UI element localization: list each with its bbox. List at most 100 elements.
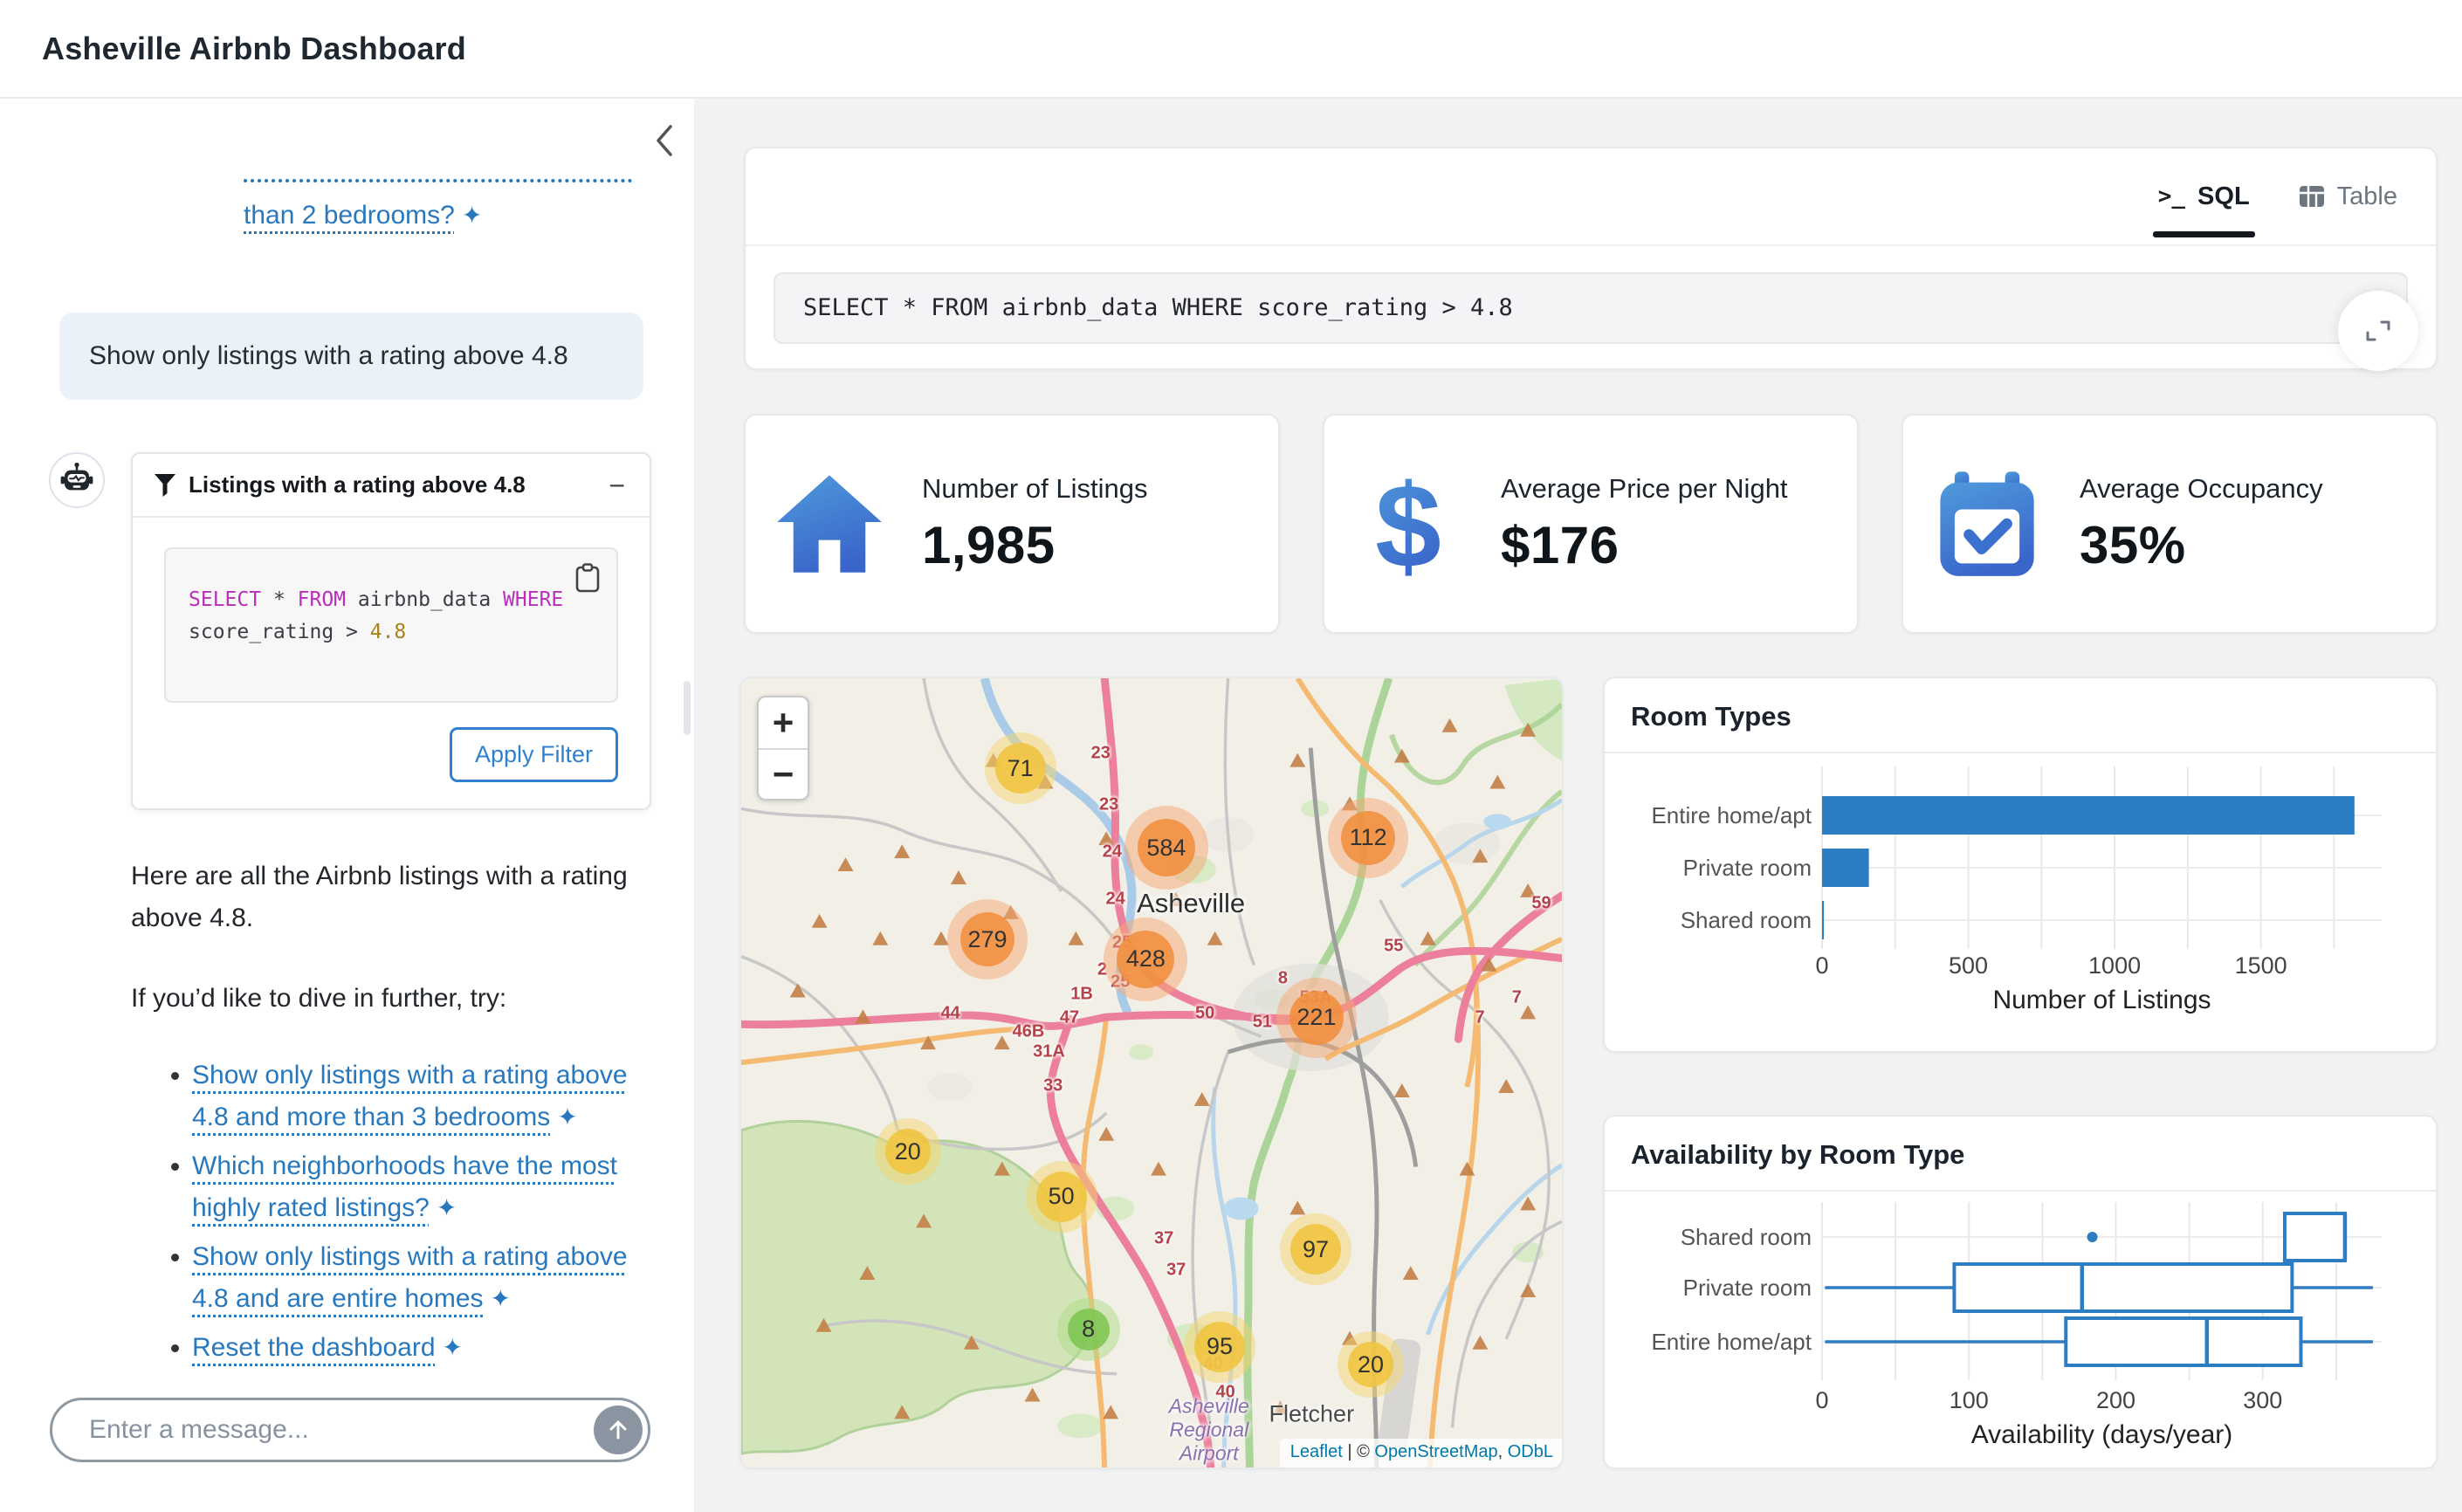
svg-text:Entire home/apt: Entire home/apt bbox=[1651, 1329, 1812, 1355]
sql-query-input[interactable]: SELECT * FROM airbnb_data WHERE score_ra… bbox=[774, 272, 2408, 344]
sql-code-block: SELECT * FROM airbnb_data WHERE score_ra… bbox=[164, 547, 618, 703]
svg-text:Availability (days/year): Availability (days/year) bbox=[1971, 1420, 2233, 1449]
road-number-label: 2 bbox=[1097, 960, 1107, 980]
map-cluster-marker[interactable]: 97 bbox=[1290, 1224, 1341, 1275]
send-button[interactable] bbox=[594, 1405, 643, 1454]
map-cluster-marker[interactable]: 20 bbox=[885, 1129, 931, 1174]
map-place-label: Fletcher bbox=[1269, 1400, 1355, 1427]
panel-resize-handle[interactable] bbox=[684, 681, 691, 735]
sparkle-icon: ✦ bbox=[491, 1278, 511, 1319]
svg-text:Shared room: Shared room bbox=[1681, 907, 1812, 933]
sidebar-collapse-button[interactable] bbox=[648, 120, 683, 162]
stat-value: 1,985 bbox=[922, 515, 1147, 575]
truncated-suggestion: than 2 bedrooms?✦ bbox=[244, 179, 635, 236]
tab-sql[interactable]: >_ SQL bbox=[2158, 182, 2250, 211]
tab-table[interactable]: Table bbox=[2299, 182, 2397, 211]
filter-card-header: Listings with a rating above 4.8 − bbox=[133, 454, 650, 516]
suggestion-item: Show only listings with a rating above 4… bbox=[192, 1236, 647, 1320]
map-zoom-control: + − bbox=[757, 696, 809, 801]
suggestion-item: Reset the dashboard✦ bbox=[192, 1327, 647, 1369]
map-cluster-marker[interactable]: 279 bbox=[960, 912, 1014, 966]
stat-label: Number of Listings bbox=[922, 473, 1147, 505]
svg-text:200: 200 bbox=[2096, 1387, 2135, 1413]
svg-text:Entire home/apt: Entire home/apt bbox=[1651, 802, 1812, 828]
truncated-underline bbox=[244, 179, 632, 182]
robot-icon bbox=[58, 462, 95, 498]
message-input-row bbox=[50, 1398, 650, 1462]
suggestion-item: Which neighborhoods have the most highly… bbox=[192, 1145, 647, 1229]
map-canvas bbox=[741, 678, 1562, 1467]
page: Asheville Airbnb Dashboard than 2 bedroo… bbox=[0, 0, 2462, 1512]
road-number-label: 44 bbox=[941, 1004, 960, 1024]
suggestion-link-truncated[interactable]: than 2 bedrooms?✦ bbox=[244, 201, 482, 230]
road-number-label: 31A bbox=[1033, 1041, 1065, 1062]
suggestion-link[interactable]: Show only listings with a rating above 4… bbox=[192, 1242, 628, 1313]
chat-scroll-area[interactable]: than 2 bedrooms?✦ Show only listings wit… bbox=[0, 99, 685, 1399]
attribution-link[interactable]: OpenStreetMap bbox=[1374, 1442, 1497, 1461]
map-cluster-marker[interactable]: 8 bbox=[1068, 1309, 1110, 1350]
road-number-label: 55 bbox=[1384, 937, 1403, 957]
sparkle-icon: ✦ bbox=[557, 1096, 577, 1137]
listings-map[interactable]: + − 71 584 112 279 428 221 20 50 97 8 95 20 Ashevill… bbox=[739, 677, 1564, 1469]
stat-card-occupancy: Average Occupancy 35% bbox=[1902, 414, 2438, 634]
svg-text:$: $ bbox=[1375, 466, 1441, 581]
road-number-label: 24 bbox=[1106, 890, 1125, 910]
availability-card: Availability by Room Type Shared roomPri… bbox=[1603, 1115, 2438, 1469]
map-cluster-marker[interactable]: 221 bbox=[1289, 991, 1344, 1045]
suggestion-link[interactable]: Which neighborhoods have the most highly… bbox=[192, 1151, 617, 1222]
copy-button[interactable] bbox=[574, 563, 601, 603]
suggestion-list: Show only listings with a rating above 4… bbox=[131, 1055, 647, 1369]
arrow-up-icon bbox=[606, 1418, 630, 1442]
clipboard-icon bbox=[574, 563, 601, 593]
map-cluster-marker[interactable]: 112 bbox=[1341, 811, 1395, 865]
suggestion-link[interactable]: Show only listings with a rating above 4… bbox=[192, 1061, 628, 1131]
road-number-label: 47 bbox=[1060, 1007, 1079, 1027]
assistant-text-1: Here are all the Airbnb listings with a … bbox=[131, 856, 647, 939]
map-cluster-marker[interactable]: 95 bbox=[1194, 1322, 1245, 1372]
apply-filter-button[interactable]: Apply Filter bbox=[450, 727, 618, 782]
road-number-label: 59 bbox=[1531, 893, 1551, 913]
calendar-check-icon bbox=[1929, 466, 2045, 581]
svg-text:Shared room: Shared room bbox=[1681, 1224, 1812, 1250]
stat-text: Number of Listings 1,985 bbox=[922, 473, 1147, 575]
svg-text:100: 100 bbox=[1950, 1387, 1989, 1413]
attribution-link[interactable]: Leaflet bbox=[1290, 1442, 1343, 1461]
stat-label: Average Price per Night bbox=[1501, 473, 1788, 505]
road-number-label: 7 bbox=[1512, 988, 1522, 1008]
room-types-bar-chart: Entire home/aptPrivate roomShared room05… bbox=[1605, 753, 2436, 1053]
filter-card-body: SELECT * FROM airbnb_data WHERE score_ra… bbox=[133, 518, 650, 703]
sql-line-2: score_rating > 4.8 bbox=[189, 616, 592, 649]
sql-line-1: SELECT * FROM airbnb_data WHERE bbox=[189, 584, 592, 616]
map-cluster-marker[interactable]: 20 bbox=[1348, 1342, 1393, 1387]
filter-card-title: Listings with a rating above 4.8 bbox=[189, 471, 605, 498]
chart-title: Availability by Room Type bbox=[1605, 1117, 2436, 1171]
road-number-label: 24 bbox=[1103, 842, 1122, 862]
filter-card: Listings with a rating above 4.8 − bbox=[131, 452, 651, 810]
road-number-label: 7 bbox=[1475, 1007, 1484, 1027]
stat-text: Average Occupancy 35% bbox=[2080, 473, 2323, 575]
map-cluster-marker[interactable]: 428 bbox=[1117, 931, 1174, 988]
stat-value: $176 bbox=[1501, 515, 1788, 575]
terminal-icon: >_ bbox=[2158, 183, 2185, 210]
attribution-link[interactable]: ODbL bbox=[1508, 1442, 1553, 1461]
map-cluster-marker[interactable]: 50 bbox=[1036, 1172, 1087, 1222]
dollar-icon: $ bbox=[1351, 466, 1466, 581]
expand-button[interactable] bbox=[2338, 291, 2418, 371]
map-cluster-marker[interactable]: 584 bbox=[1138, 819, 1195, 876]
home-icon bbox=[772, 466, 887, 581]
attribution-text: , bbox=[1498, 1442, 1508, 1461]
suggestion-link[interactable]: Reset the dashboard✦ bbox=[192, 1333, 463, 1362]
sparkle-icon: ✦ bbox=[443, 1327, 463, 1368]
message-input[interactable] bbox=[50, 1398, 650, 1462]
assistant-text-2: If you’d like to dive in further, try: bbox=[131, 978, 647, 1020]
svg-text:1500: 1500 bbox=[2235, 952, 2287, 979]
stat-label: Average Occupancy bbox=[2080, 473, 2323, 505]
map-attribution: Leaflet | © OpenStreetMap, ODbL bbox=[1280, 1439, 1562, 1467]
zoom-out-button[interactable]: − bbox=[759, 748, 808, 799]
filter-collapse-button[interactable]: − bbox=[605, 474, 629, 497]
zoom-in-button[interactable]: + bbox=[759, 698, 808, 748]
map-place-label: Asheville bbox=[1137, 888, 1245, 919]
query-panel: >_ SQL Table SELECT * FROM airbnb_data W… bbox=[744, 147, 2438, 370]
map-cluster-marker[interactable]: 71 bbox=[995, 743, 1046, 794]
road-number-label: 23 bbox=[1091, 743, 1111, 763]
